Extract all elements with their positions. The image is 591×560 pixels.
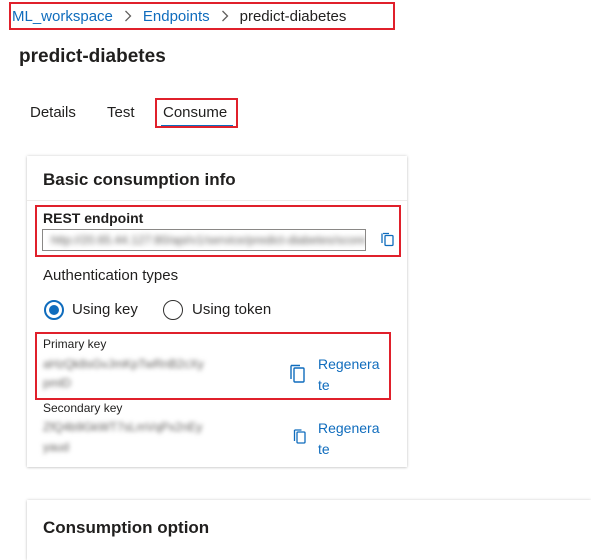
basic-consumption-title: Basic consumption info (43, 170, 236, 189)
using-key-label[interactable]: Using key (72, 301, 138, 318)
secondary-key-value-line2: yaud (43, 440, 70, 454)
page-title: predict-diabetes (19, 46, 166, 67)
auth-types-label: Authentication types (43, 267, 179, 284)
using-token-label[interactable]: Using token (192, 301, 271, 318)
card-divider (27, 200, 407, 201)
secondary-key-label: Secondary key (43, 401, 123, 415)
tab-details[interactable]: Details (30, 104, 76, 121)
secondary-key-value-line1: ZfQ4b9GkWT7sLmVqPx2nEy (43, 420, 203, 434)
rest-endpoint-highlight (35, 205, 401, 257)
breadcrumb-highlight (9, 2, 395, 30)
consume-tab-highlight (155, 98, 238, 128)
regenerate-secondary-link[interactable]: Regenera te (318, 418, 380, 460)
consumption-option-title: Consumption option (43, 518, 210, 537)
tab-test[interactable]: Test (107, 104, 135, 121)
copy-icon[interactable] (292, 428, 308, 451)
radio-using-token[interactable] (163, 300, 183, 320)
primary-key-highlight (35, 332, 391, 400)
radio-using-key[interactable] (44, 300, 64, 320)
